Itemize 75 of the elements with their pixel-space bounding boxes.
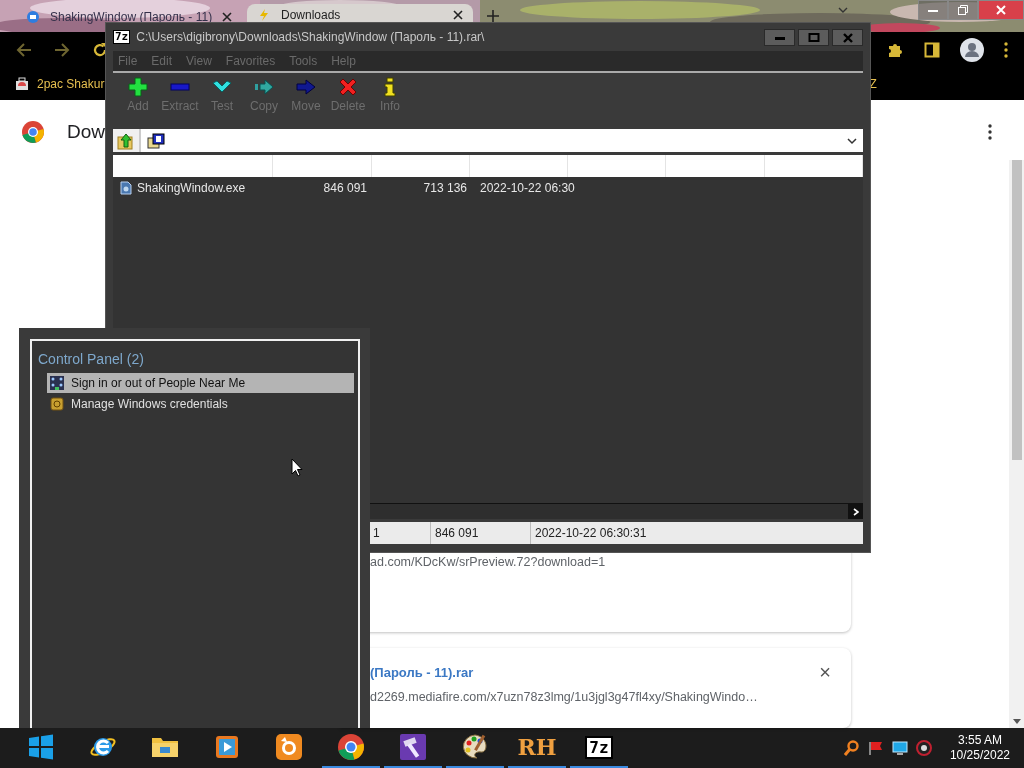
scrollbar-thumb[interactable]	[1011, 160, 1022, 460]
forward-icon[interactable]	[54, 42, 70, 58]
menu-item[interactable]: Help	[331, 54, 356, 68]
results-heading: Control Panel (2)	[38, 351, 145, 367]
file-icon	[120, 181, 132, 195]
close-icon	[840, 31, 855, 43]
menu-item[interactable]: View	[186, 54, 212, 68]
file-size: 846 091	[322, 181, 367, 195]
download-url: ad.com/KDcKw/srPreview.72?download=1	[370, 555, 607, 569]
up-button[interactable]	[113, 129, 141, 152]
scrollbar[interactable]	[1009, 160, 1024, 728]
taskbar-button[interactable]: RH	[508, 728, 566, 768]
chevron-right-icon	[852, 507, 859, 516]
menu-item[interactable]: Edit	[151, 54, 173, 68]
cursor-icon	[291, 458, 303, 477]
page-title: Dow	[67, 121, 105, 143]
file-name[interactable]: ShakingWindow.exe	[137, 181, 246, 195]
monitor-icon[interactable]	[891, 740, 908, 756]
close-icon[interactable]	[222, 12, 232, 22]
remove-button[interactable]: ×	[819, 664, 831, 680]
file-link[interactable]: (Пароль - 11).rar	[370, 664, 820, 680]
menu-icon[interactable]	[1004, 42, 1008, 58]
close-button[interactable]	[832, 28, 863, 46]
menu-item[interactable]: Tools	[289, 54, 318, 68]
arrow-right-icon	[254, 77, 274, 97]
modified-date: 2022-10-22 06:30	[479, 181, 575, 195]
archive-icon	[147, 132, 165, 149]
search-icon[interactable]	[843, 740, 860, 756]
menu-item[interactable]: Favorites	[225, 54, 276, 68]
chrome-icon	[337, 733, 365, 761]
close-icon	[996, 5, 1006, 15]
app-logo: 7z	[113, 30, 131, 44]
packed-size: 713 136	[422, 181, 467, 195]
scroll-right-button[interactable]	[848, 504, 863, 519]
horizontal-scrollbar[interactable]	[370, 503, 863, 519]
palette-icon	[461, 733, 489, 761]
back-icon[interactable]	[16, 42, 32, 58]
down-arrow-icon[interactable]	[1012, 719, 1021, 725]
maximize-button[interactable]	[798, 28, 829, 46]
status-text: 2022-10-22 06:30:31	[534, 525, 647, 542]
puzzle-icon[interactable]	[886, 41, 904, 59]
safe-icon	[50, 397, 64, 411]
arrow-right-icon	[296, 77, 316, 97]
window-title: C:\Users\digibrony\Downloads\ShakingWindow (Пароль - 11).rar\	[136, 30, 485, 44]
maximize-icon	[806, 31, 821, 43]
chrome-logo-icon	[21, 120, 45, 144]
plus-icon[interactable]	[487, 10, 499, 22]
plus-icon	[128, 77, 148, 97]
sidebar-icon[interactable]	[924, 42, 940, 58]
avatar-icon[interactable]	[960, 38, 984, 62]
menu-icon[interactable]	[988, 124, 992, 140]
status-text: 846 091	[431, 522, 531, 544]
play-icon	[213, 733, 241, 761]
minimize-button[interactable]	[764, 28, 795, 46]
page-icon	[26, 10, 40, 24]
clock[interactable]: 3:55 AM 10/25/2022	[949, 733, 1010, 763]
download-url: d2269.mediafire.com/x7uzn78z3lmg/1u3jgl3g47fl4xy/ShakingWindo…	[370, 690, 759, 704]
flag-icon[interactable]	[867, 740, 884, 756]
menu-item[interactable]: File	[118, 54, 138, 68]
browser-tab[interactable]: Downloads	[247, 4, 473, 22]
close-icon[interactable]	[453, 10, 463, 20]
chevron-down-icon[interactable]	[847, 136, 857, 145]
cross-icon	[338, 77, 358, 97]
folder-up-icon	[117, 131, 135, 150]
bag-icon	[15, 77, 29, 91]
close-button[interactable]	[978, 0, 1024, 20]
taskbar-button[interactable]: 7z	[570, 728, 628, 768]
restore-button[interactable]	[948, 0, 978, 20]
restore-icon	[958, 5, 968, 15]
search-result[interactable]: Sign in or out of People Near Me	[47, 373, 354, 393]
search-result[interactable]: Manage Windows credentials	[47, 394, 354, 414]
windows-logo-icon	[27, 733, 55, 761]
bookmark[interactable]: 2pac Shakur	[15, 77, 105, 91]
minimize-button[interactable]	[918, 0, 948, 20]
hammer-icon	[399, 733, 427, 761]
